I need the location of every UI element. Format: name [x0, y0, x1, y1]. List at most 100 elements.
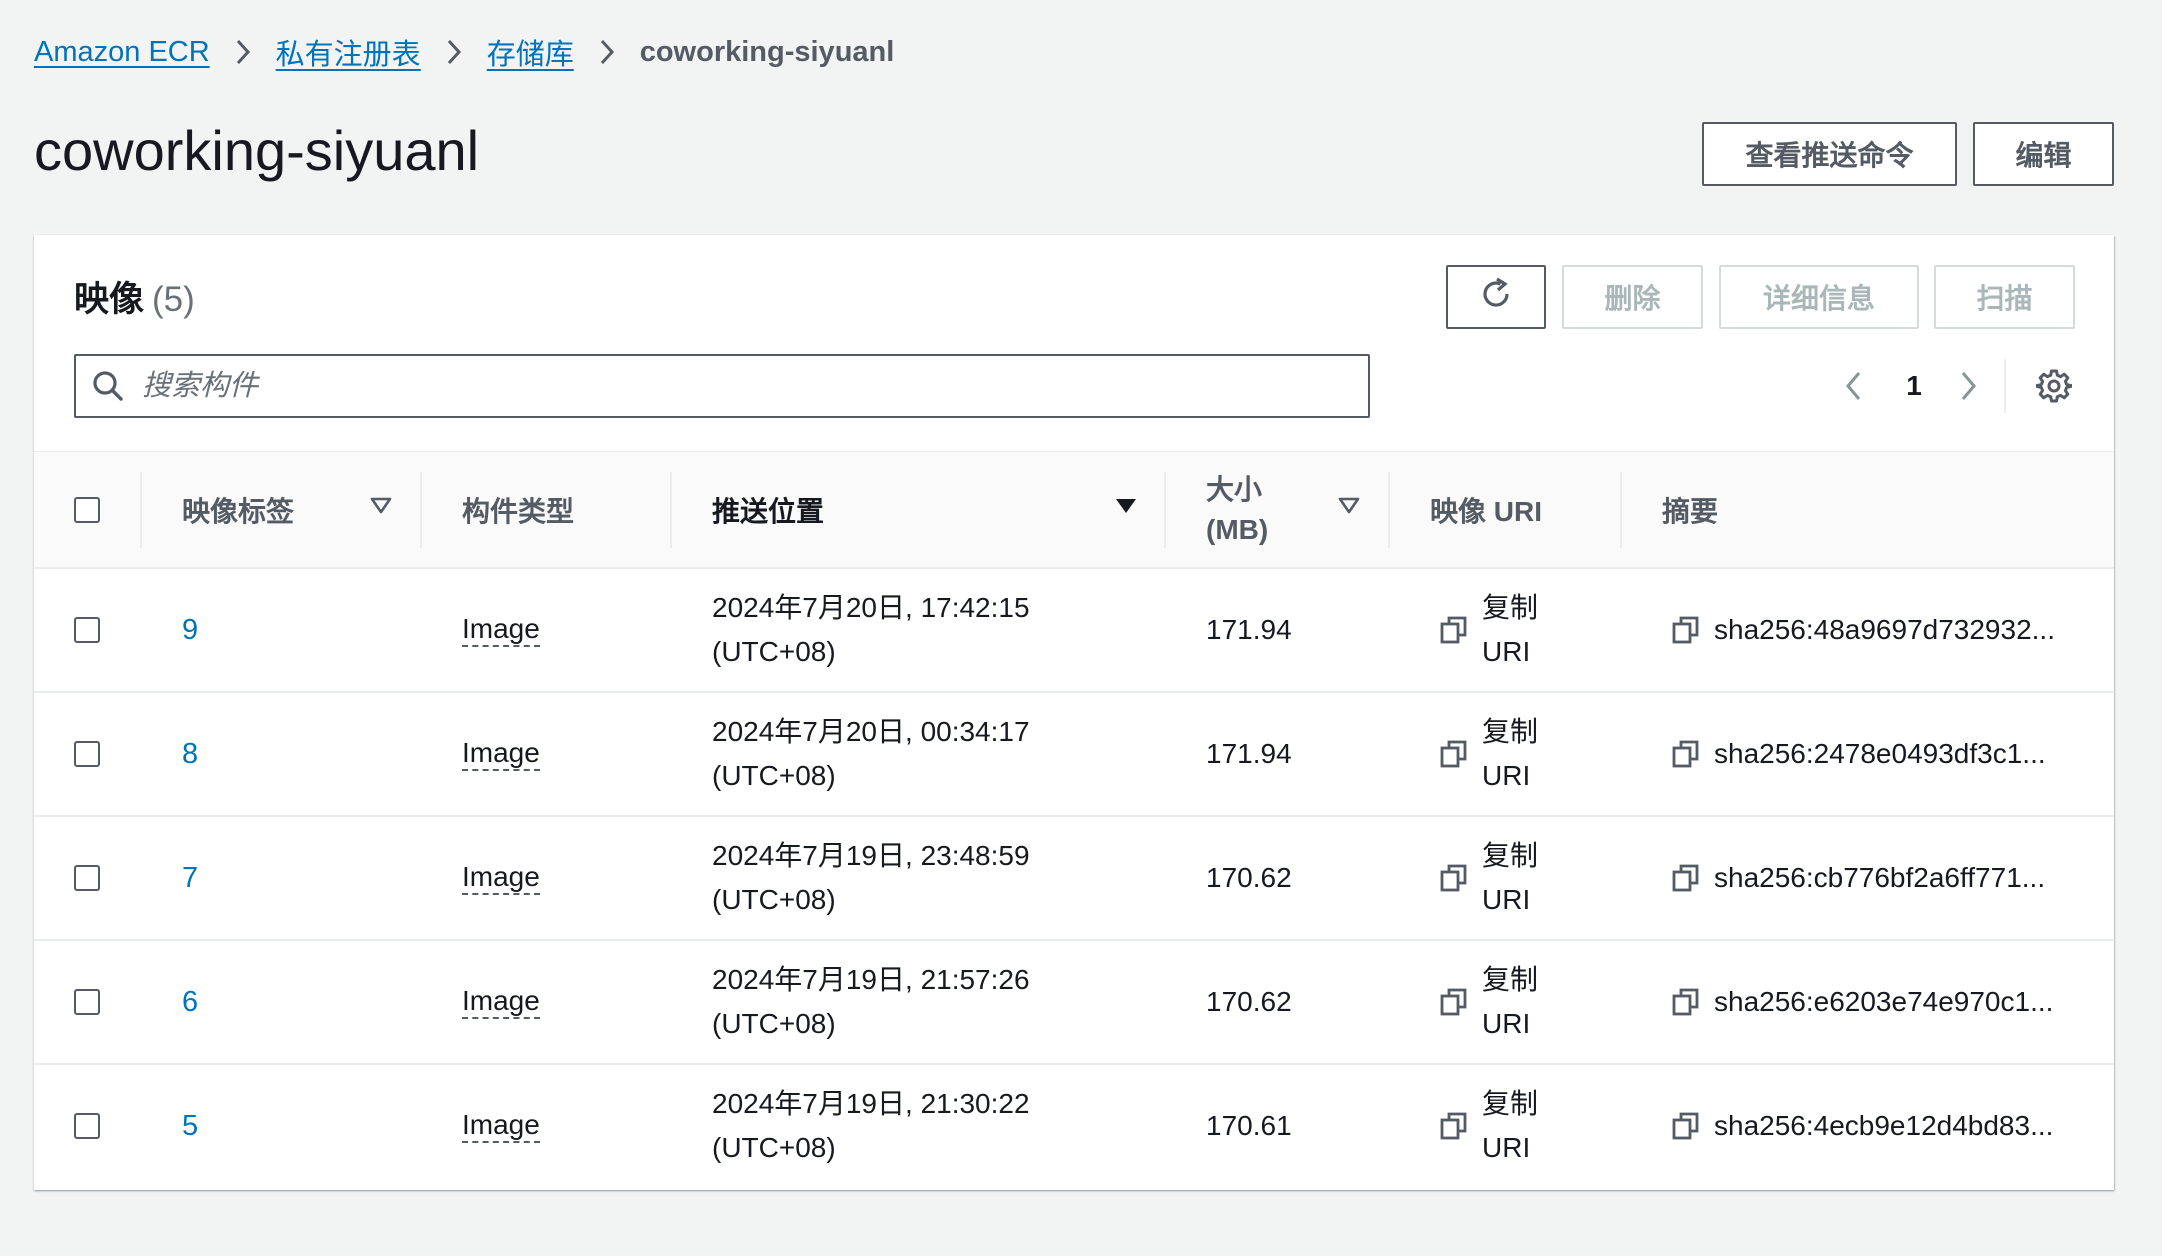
copy-icon — [1672, 987, 1700, 1017]
chevron-right-icon — [574, 32, 640, 72]
breadcrumb-link-repositories[interactable]: 存储库 — [487, 31, 574, 73]
row-checkbox[interactable] — [74, 741, 100, 767]
row-select-cell — [74, 1065, 100, 1187]
copy-icon — [1440, 739, 1468, 769]
panel-title-text: 映像 — [74, 280, 145, 319]
panel-title: 映像 (5) — [74, 275, 195, 325]
copy-uri-button[interactable]: 复制 URI — [1440, 710, 1538, 798]
table-row: 8 Image 2024年7月20日, 00:34:17 (UTC+08) 171… — [34, 693, 2114, 817]
previous-page-icon[interactable] — [1834, 354, 1874, 418]
copy-icon — [1672, 615, 1700, 645]
copy-digest-button[interactable]: sha256:e6203e74e970c1... — [1672, 986, 2053, 1018]
search-input[interactable] — [140, 357, 1368, 415]
pushed-at: 2024年7月19日, 21:57:26 (UTC+08) — [712, 958, 1030, 1046]
copy-icon — [1672, 863, 1700, 893]
copy-uri-label-line1: 复制 — [1482, 716, 1539, 747]
size-cell: 170.62 — [1206, 941, 1292, 1063]
copy-uri-label-line2: URI — [1482, 636, 1531, 667]
copy-uri-button[interactable]: 复制 URI — [1440, 834, 1538, 922]
artifact-type[interactable]: Image — [462, 613, 540, 647]
select-all-checkbox[interactable] — [74, 497, 100, 523]
row-checkbox[interactable] — [74, 989, 100, 1015]
view-push-commands-button[interactable]: 查看推送命令 — [1702, 122, 1957, 186]
copy-uri-button[interactable]: 复制 URI — [1440, 958, 1538, 1046]
artifact-type[interactable]: Image — [462, 1109, 540, 1143]
copy-uri-label-line2: URI — [1482, 760, 1531, 791]
pushed-date: 2024年7月19日, 21:30:22 — [712, 1088, 1030, 1119]
chevron-right-icon — [421, 32, 487, 72]
digest-cell: sha256:cb776bf2a6ff771... — [1672, 817, 2045, 939]
copy-uri-label-line1: 复制 — [1482, 840, 1539, 871]
table-row: 6 Image 2024年7月19日, 21:57:26 (UTC+08) 170… — [34, 941, 2114, 1065]
artifact-type[interactable]: Image — [462, 985, 540, 1019]
page-number[interactable]: 1 — [1894, 354, 1934, 418]
row-checkbox[interactable] — [74, 617, 100, 643]
sort-outline-icon[interactable] — [1338, 496, 1360, 521]
image-tag-link[interactable]: 7 — [182, 862, 198, 895]
pushed-at: 2024年7月20日, 17:42:15 (UTC+08) — [712, 586, 1030, 674]
column-header-pushed-label: 推送位置 — [712, 496, 825, 527]
pushed-cell: 2024年7月20日, 00:34:17 (UTC+08) — [712, 693, 1030, 815]
copy-uri-label: 复制 URI — [1482, 834, 1538, 922]
image-tag-link[interactable]: 8 — [182, 738, 198, 771]
column-header-pushed[interactable]: 推送位置 — [712, 452, 1012, 568]
copy-digest-button[interactable]: sha256:2478e0493df3c1... — [1672, 738, 2046, 770]
pushed-cell: 2024年7月19日, 21:57:26 (UTC+08) — [712, 941, 1030, 1063]
image-tag-link[interactable]: 6 — [182, 986, 198, 1019]
uri-cell: 复制 URI — [1440, 569, 1538, 691]
next-page-icon[interactable] — [1948, 354, 1988, 418]
pushed-date: 2024年7月20日, 17:42:15 — [712, 592, 1030, 623]
uri-cell: 复制 URI — [1440, 693, 1538, 815]
image-tag-link[interactable]: 9 — [182, 614, 198, 647]
pushed-timezone: (UTC+08) — [712, 760, 836, 791]
artifact-type[interactable]: Image — [462, 737, 540, 771]
breadcrumb-link-private-registry[interactable]: 私有注册表 — [276, 31, 421, 73]
breadcrumb-link-amazon-ecr[interactable]: Amazon ECR — [34, 36, 210, 69]
page-title: coworking-siyuanl — [34, 119, 480, 182]
column-header-size[interactable]: 大小 (MB) — [1206, 452, 1326, 568]
type-cell: Image — [462, 693, 540, 815]
row-checkbox[interactable] — [74, 1113, 100, 1139]
pushed-at: 2024年7月19日, 21:30:22 (UTC+08) — [712, 1082, 1030, 1170]
row-checkbox[interactable] — [74, 865, 100, 891]
copy-digest-button[interactable]: sha256:48a9697d732932... — [1672, 614, 2055, 646]
size-cell: 171.94 — [1206, 693, 1292, 815]
settings-gear-icon[interactable] — [2024, 354, 2084, 418]
column-header-tag[interactable]: 映像标签 — [182, 452, 432, 568]
column-divider — [1388, 472, 1390, 548]
sort-descending-icon[interactable] — [1114, 496, 1138, 521]
table-body: 9 Image 2024年7月20日, 17:42:15 (UTC+08) 171… — [34, 569, 2114, 1189]
details-button[interactable]: 详细信息 — [1719, 265, 1919, 329]
delete-button[interactable]: 删除 — [1562, 265, 1703, 329]
copy-digest-button[interactable]: sha256:4ecb9e12d4bd83... — [1672, 1110, 2053, 1142]
copy-uri-button[interactable]: 复制 URI — [1440, 1082, 1538, 1170]
type-cell: Image — [462, 941, 540, 1063]
refresh-button[interactable] — [1446, 265, 1546, 329]
table-row: 9 Image 2024年7月20日, 17:42:15 (UTC+08) 171… — [34, 569, 2114, 693]
artifact-type[interactable]: Image — [462, 861, 540, 895]
image-tag-link[interactable]: 5 — [182, 1110, 198, 1143]
copy-uri-button[interactable]: 复制 URI — [1440, 586, 1538, 674]
size-cell: 170.61 — [1206, 1065, 1292, 1187]
copy-uri-label: 复制 URI — [1482, 710, 1538, 798]
image-digest: sha256:cb776bf2a6ff771... — [1714, 862, 2046, 893]
copy-icon — [1440, 863, 1468, 893]
pushed-at: 2024年7月20日, 00:34:17 (UTC+08) — [712, 710, 1030, 798]
chevron-right-icon — [210, 32, 276, 72]
edit-button[interactable]: 编辑 — [1973, 122, 2114, 186]
table-header: 映像标签 构件类型 推送位置 大小 (MB) 映像 URI 摘要 — [34, 451, 2114, 569]
copy-digest-button[interactable]: sha256:cb776bf2a6ff771... — [1672, 862, 2045, 894]
sort-outline-icon[interactable] — [370, 496, 392, 521]
uri-cell: 复制 URI — [1440, 941, 1538, 1063]
images-panel-header: 映像(5) 删除 详细信息 扫描 1 — [34, 235, 2114, 451]
copy-icon — [1672, 1111, 1700, 1141]
tag-cell: 9 — [182, 569, 198, 691]
type-cell: Image — [462, 817, 540, 939]
uri-cell: 复制 URI — [1440, 817, 1538, 939]
pushed-timezone: (UTC+08) — [712, 884, 836, 915]
row-select-cell — [74, 569, 100, 691]
column-header-size-line1: 大小 — [1206, 474, 1263, 505]
scan-button[interactable]: 扫描 — [1934, 265, 2075, 329]
tag-cell: 8 — [182, 693, 198, 815]
column-header-uri-label: 映像 URI — [1430, 496, 1543, 527]
